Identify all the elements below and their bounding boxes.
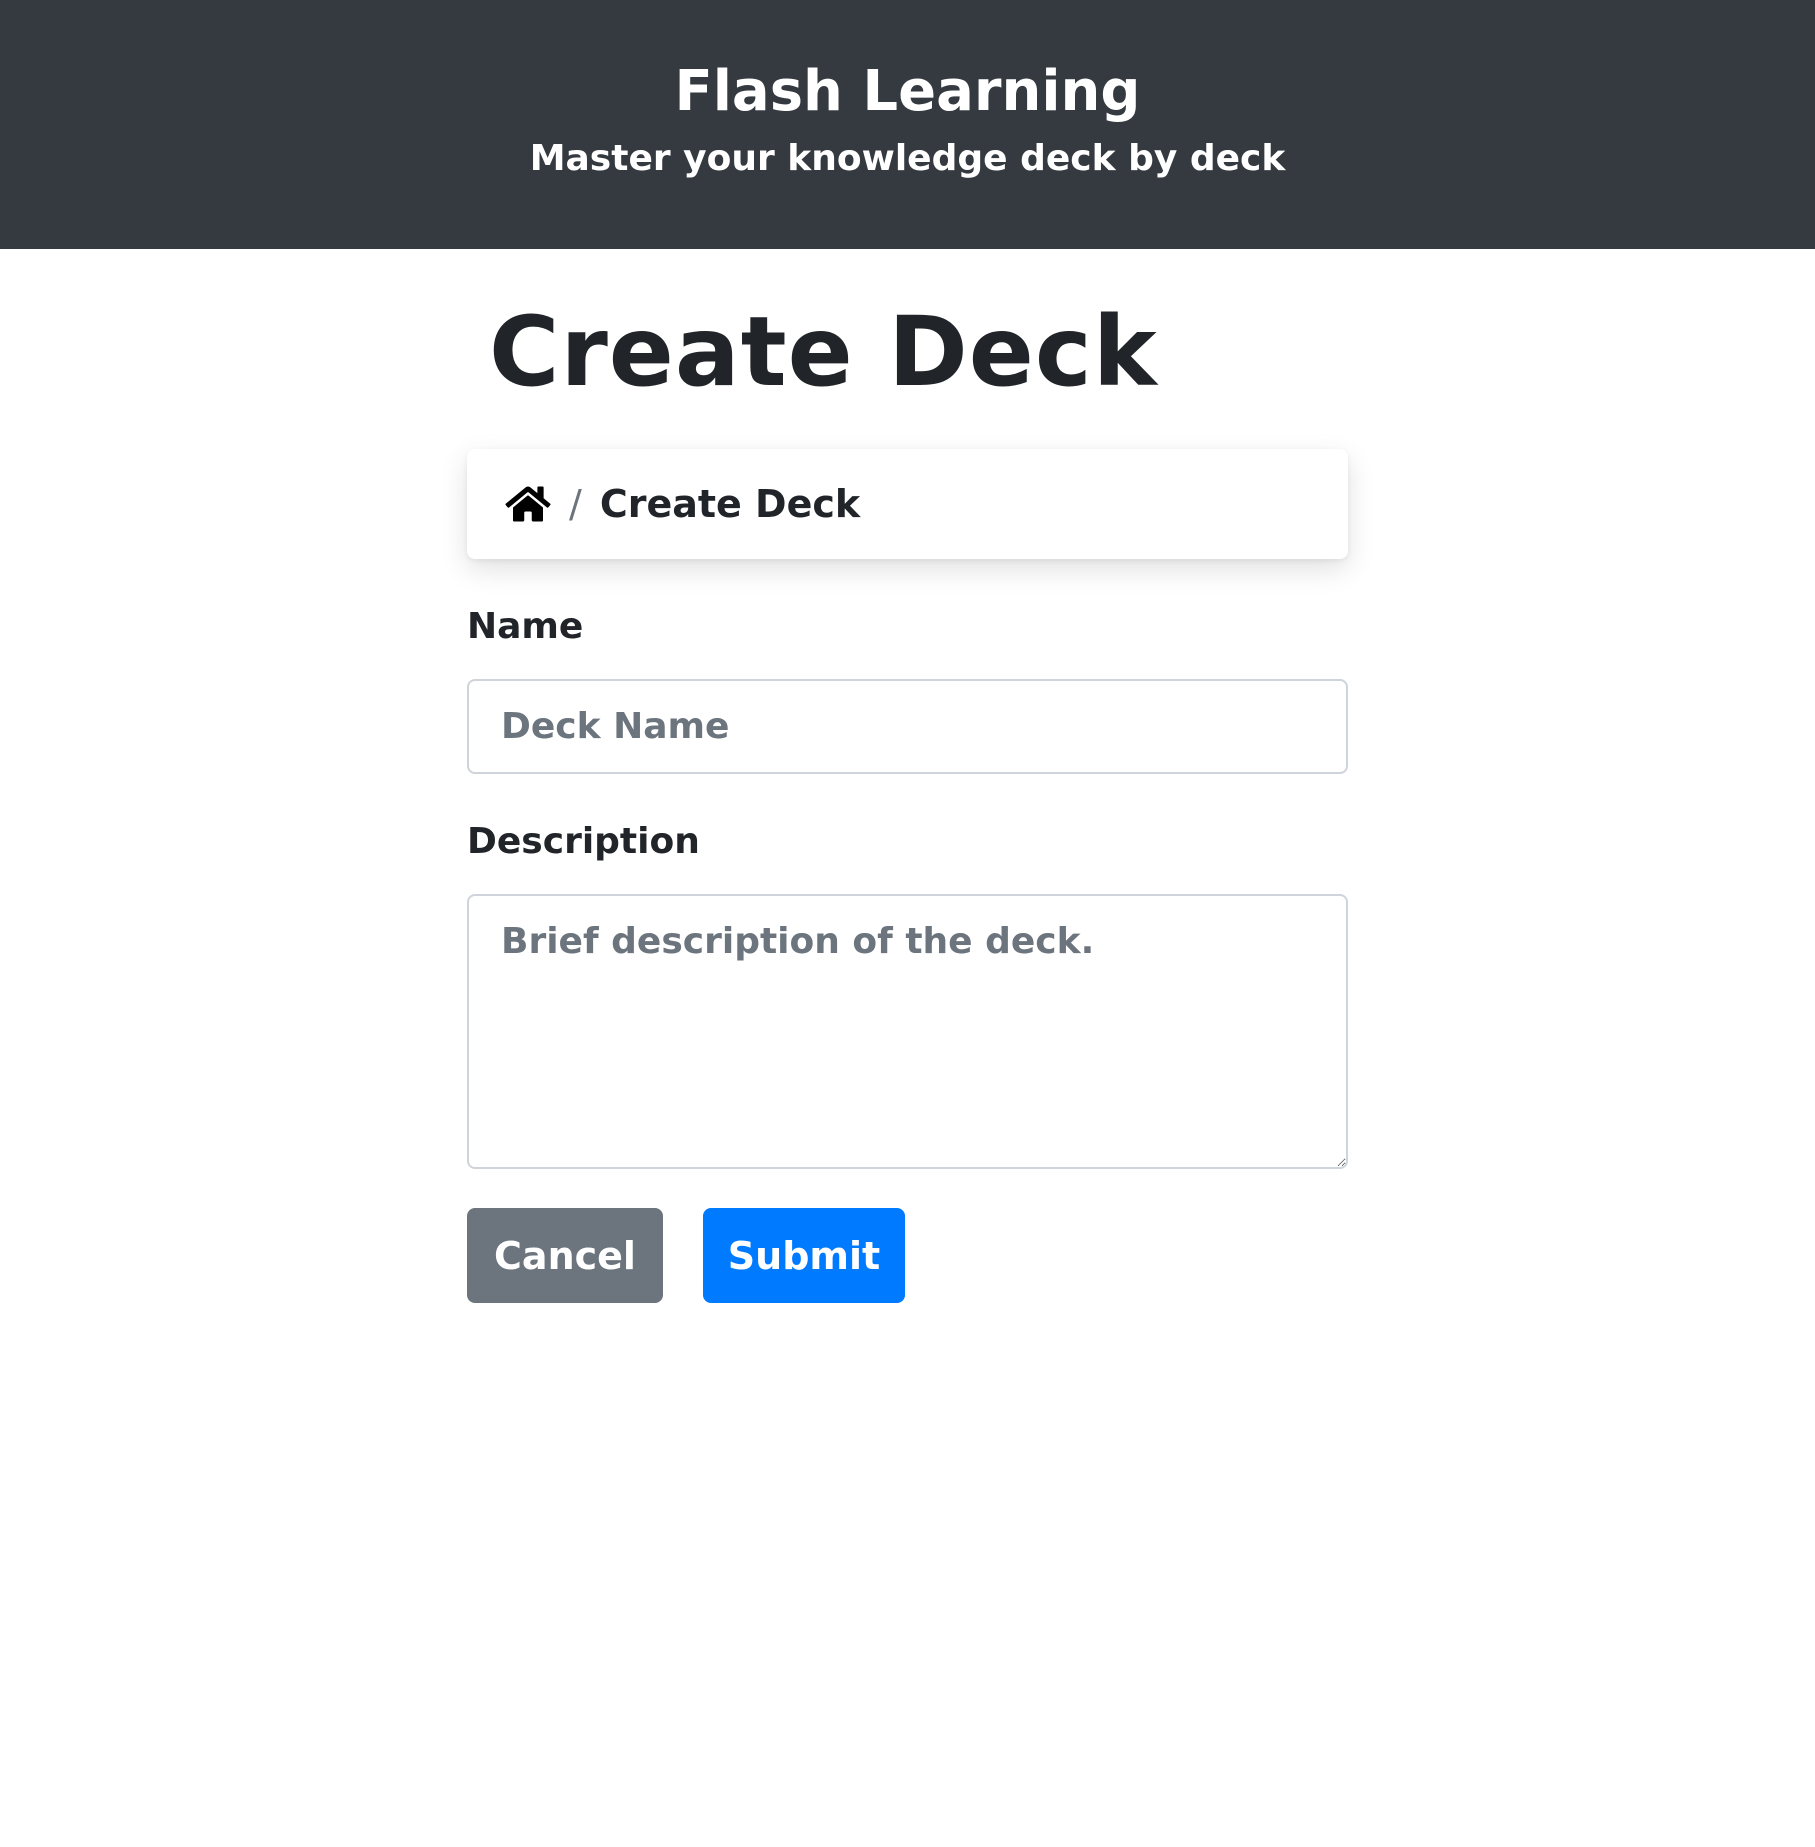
app-subtitle: Master your knowledge deck by deck: [529, 138, 1286, 179]
page-title: Create Deck: [489, 296, 1158, 408]
name-label: Name: [467, 606, 584, 647]
app-header: Flash Learning Master your knowledge dec…: [0, 0, 1815, 249]
deck-name-input[interactable]: [467, 679, 1348, 774]
description-label: Description: [467, 821, 700, 862]
cancel-button[interactable]: Cancel: [467, 1208, 663, 1303]
breadcrumb-current: Create Deck: [599, 482, 861, 526]
deck-description-textarea[interactable]: [467, 894, 1348, 1169]
submit-button[interactable]: Submit: [703, 1208, 905, 1303]
app-title: Flash Learning: [674, 59, 1141, 124]
breadcrumb: / Create Deck: [467, 449, 1348, 559]
home-icon[interactable]: [505, 484, 551, 524]
breadcrumb-separator: /: [569, 482, 582, 526]
